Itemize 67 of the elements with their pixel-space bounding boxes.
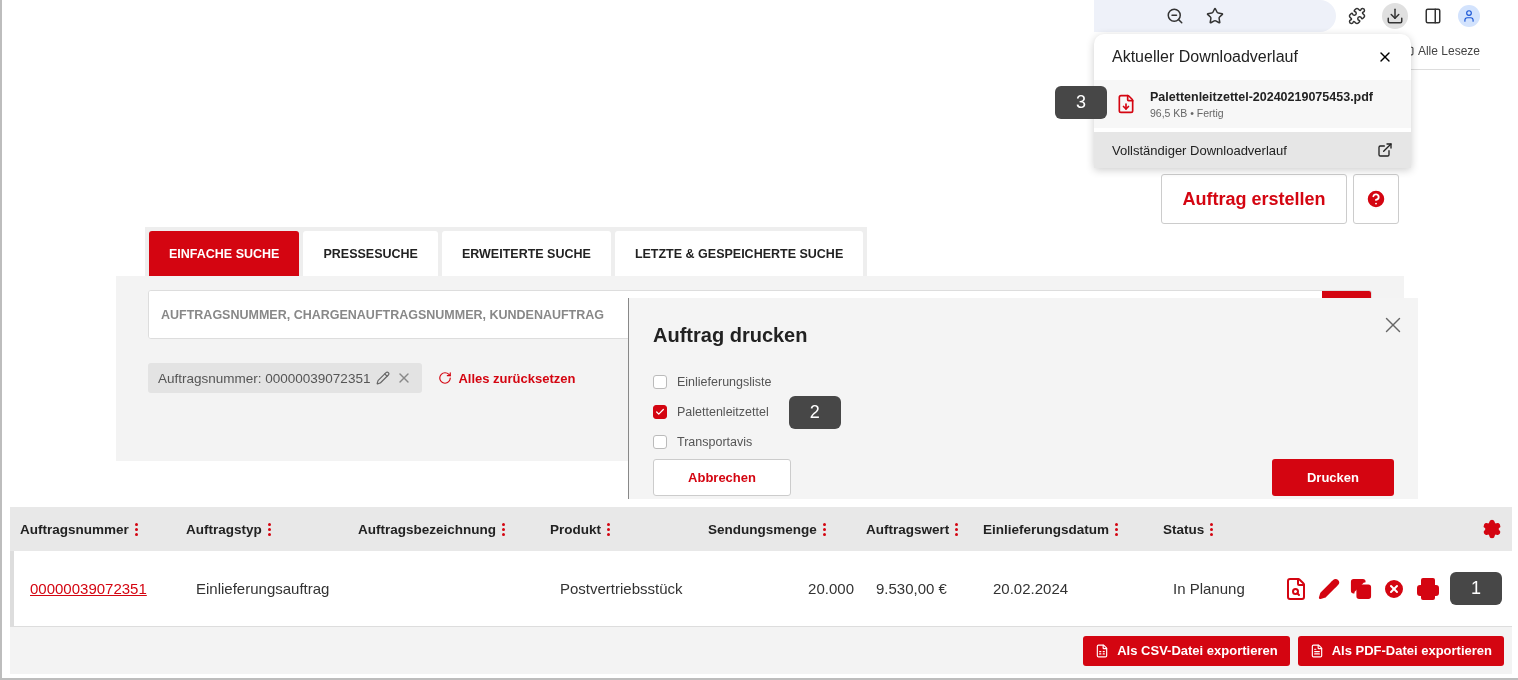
popup-title: Aktueller Downloadverlauf (1112, 48, 1298, 66)
order-number-link[interactable]: 00000039072351 (30, 580, 196, 597)
column-header[interactable]: Produkt (550, 521, 601, 537)
column-menu-icon[interactable] (607, 522, 610, 536)
column-menu-icon[interactable] (267, 522, 271, 536)
export-button[interactable]: Als CSV-Datei exportieren (1083, 635, 1290, 666)
option-label: Einlieferungsliste (677, 375, 772, 389)
column-header[interactable]: Auftragstyp (186, 521, 262, 537)
file-meta: 96,5 KB • Fertig (1150, 106, 1225, 119)
table-cell-text: 20.02.2024 (993, 580, 1070, 597)
table-cell-text: Einlieferungsauftrag (196, 580, 331, 597)
download-icon[interactable] (1382, 3, 1408, 29)
table-cell-text: 20.000 (807, 580, 855, 597)
search-tab[interactable]: LETZTE & GESPEICHERTE SUCHE (614, 231, 864, 276)
file-name: Palettenleitzettel-20240219075453.pdf (1150, 89, 1374, 104)
column-header[interactable]: Status (1163, 521, 1205, 537)
export-button[interactable]: Als PDF-Datei exportieren (1297, 635, 1504, 666)
full-history-link[interactable]: Vollständiger Downloadverlauf (1094, 132, 1411, 168)
column-menu-icon[interactable] (1210, 522, 1214, 536)
step-badge: 3 (1055, 86, 1107, 119)
column-header[interactable]: Auftragsnummer (20, 521, 129, 537)
profile-icon[interactable] (1458, 5, 1480, 27)
dialog-title: Auftrag drucken (653, 324, 809, 347)
column-header[interactable]: Auftragswert (866, 521, 950, 537)
create-order-button[interactable]: Auftrag erstellen (1161, 174, 1347, 224)
checkbox[interactable] (653, 375, 667, 389)
pdf-file-icon (1116, 94, 1136, 114)
search-tab[interactable]: PRESSESUCHE (303, 231, 438, 276)
external-link-icon (1377, 142, 1393, 158)
column-header[interactable]: Einlieferungsdatum (983, 521, 1109, 537)
option-label: Palettenleitzettel (677, 405, 769, 419)
search-tab[interactable]: ERWEITERTE SUCHE (441, 231, 611, 276)
reset-link[interactable]: Alles zurücksetzen (438, 370, 576, 386)
filter-label: Auftragsnummer: 00000039072351 (158, 370, 371, 386)
bookmarks-label[interactable]: Alle Leseze (1417, 43, 1480, 58)
column-menu-icon[interactable] (1115, 522, 1118, 536)
column-menu-icon[interactable] (134, 522, 138, 536)
copy-icon[interactable] (1350, 577, 1372, 600)
column-menu-icon[interactable] (822, 522, 826, 536)
help-button[interactable] (1353, 174, 1399, 224)
filter-chip[interactable]: Auftragsnummer: 00000039072351 (148, 363, 423, 393)
print-button[interactable]: Drucken (1272, 459, 1394, 496)
option-label: Transportavis (677, 435, 753, 449)
download-item[interactable]: Palettenleitzettel-20240219075453.pdf 96,5 KB • Fertig (1094, 80, 1411, 128)
table-cell-text: 9.530,00 € (876, 580, 948, 597)
column-header[interactable]: Auftragsbezeichnung (358, 521, 496, 537)
search-tab[interactable]: EINFACHE SUCHE (149, 231, 300, 276)
column-header[interactable]: Sendungsmenge (708, 521, 817, 537)
help-icon (1365, 188, 1387, 210)
document-file-icon (1309, 643, 1324, 658)
step-badge: 2 (788, 395, 841, 429)
printer-icon[interactable] (1416, 576, 1440, 601)
checkbox[interactable] (653, 435, 667, 449)
table-cell-text: Postvertriebsstück (560, 580, 684, 597)
settings-icon[interactable] (1482, 519, 1502, 539)
table-cell-text: In Planung (1173, 580, 1246, 597)
pencil-icon[interactable] (376, 371, 391, 385)
column-menu-icon[interactable] (955, 522, 959, 536)
document-search-icon[interactable] (1284, 576, 1308, 601)
cancel-button[interactable]: Abbrechen (653, 459, 791, 496)
spreadsheet-file-icon (1095, 643, 1110, 658)
checkbox[interactable] (653, 405, 667, 419)
pencil-icon[interactable] (1318, 577, 1340, 600)
column-menu-icon[interactable] (502, 522, 505, 536)
step-badge: 1 (1450, 572, 1502, 605)
reset-icon (438, 371, 453, 385)
check-icon (655, 407, 665, 417)
